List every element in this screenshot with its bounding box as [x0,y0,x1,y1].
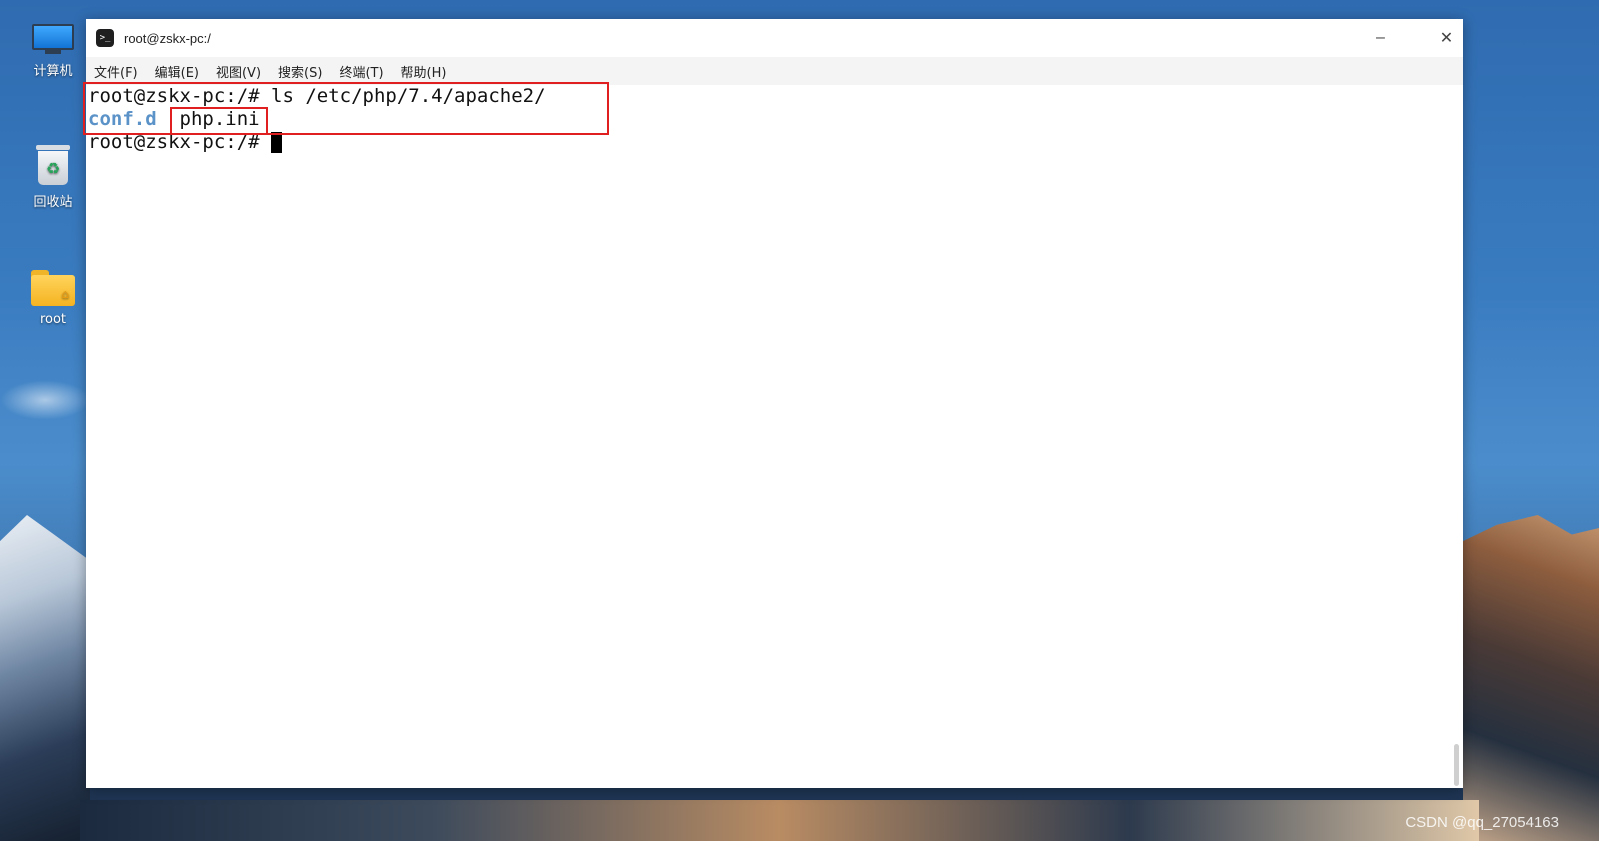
minimize-icon: – [1376,29,1385,46]
desktop-icon-label: 计算机 [33,64,73,79]
maximize-button[interactable] [1397,19,1430,57]
directory-entry: conf.d [88,108,157,130]
desktop-icon-recycle-bin[interactable]: ♻ 回收站 [22,145,84,210]
menu-view[interactable]: 视图(V) [216,62,261,81]
terminal-icon: >_ [96,29,114,47]
wallpaper-mountain-right [1463,515,1599,841]
menu-search[interactable]: 搜索(S) [278,62,322,81]
wallpaper-mountain-left [0,515,90,841]
terminal-line-prompt: root@zskx-pc:/# [88,131,1463,154]
folder-home-icon: ⌂ [31,270,75,306]
minimize-button[interactable]: – [1364,19,1397,57]
menu-help[interactable]: 帮助(H) [401,62,447,81]
desktop-icon-computer[interactable]: 计算机 [22,24,84,79]
watermark: CSDN @qq_27054163 [1405,814,1559,831]
terminal-output[interactable]: root@zskx-pc:/# ls /etc/php/7.4/apache2/… [83,82,1463,788]
menu-terminal[interactable]: 终端(T) [339,62,383,81]
terminal-line-listing: conf.d php.ini [88,108,1463,131]
menu-bar: 文件(F) 编辑(E) 视图(V) 搜索(S) 终端(T) 帮助(H) [86,57,1463,85]
terminal-line-command: root@zskx-pc:/# ls /etc/php/7.4/apache2/ [88,85,546,107]
terminal-prompt: root@zskx-pc:/# [88,131,272,153]
wallpaper-mountain-bottom [80,800,1479,841]
desktop-cloud-decoration [0,380,90,420]
close-icon: ✕ [1439,30,1454,47]
desktop-icon-label: root [39,312,67,327]
desktop: 计算机 ♻ 回收站 ⌂ root CSDN @qq_27054163 >_ ro… [0,0,1599,841]
file-entry: php.ini [179,108,260,130]
text-cursor [271,132,283,153]
window-title: root@zskx-pc:/ [124,30,211,46]
terminal-window: >_ root@zskx-pc:/ – ✕ 文件(F) 编辑(E) 视图(V) … [83,19,1463,788]
scrollbar[interactable] [1454,744,1459,786]
close-button[interactable]: ✕ [1430,19,1463,57]
desktop-icon-label: 回收站 [33,195,73,210]
menu-file[interactable]: 文件(F) [94,62,138,81]
menu-edit[interactable]: 编辑(E) [155,62,199,81]
computer-icon [32,24,74,54]
desktop-icon-root-folder[interactable]: ⌂ root [22,270,84,327]
title-bar[interactable]: >_ root@zskx-pc:/ – ✕ [86,19,1463,57]
recycle-bin-icon: ♻ [36,145,70,185]
